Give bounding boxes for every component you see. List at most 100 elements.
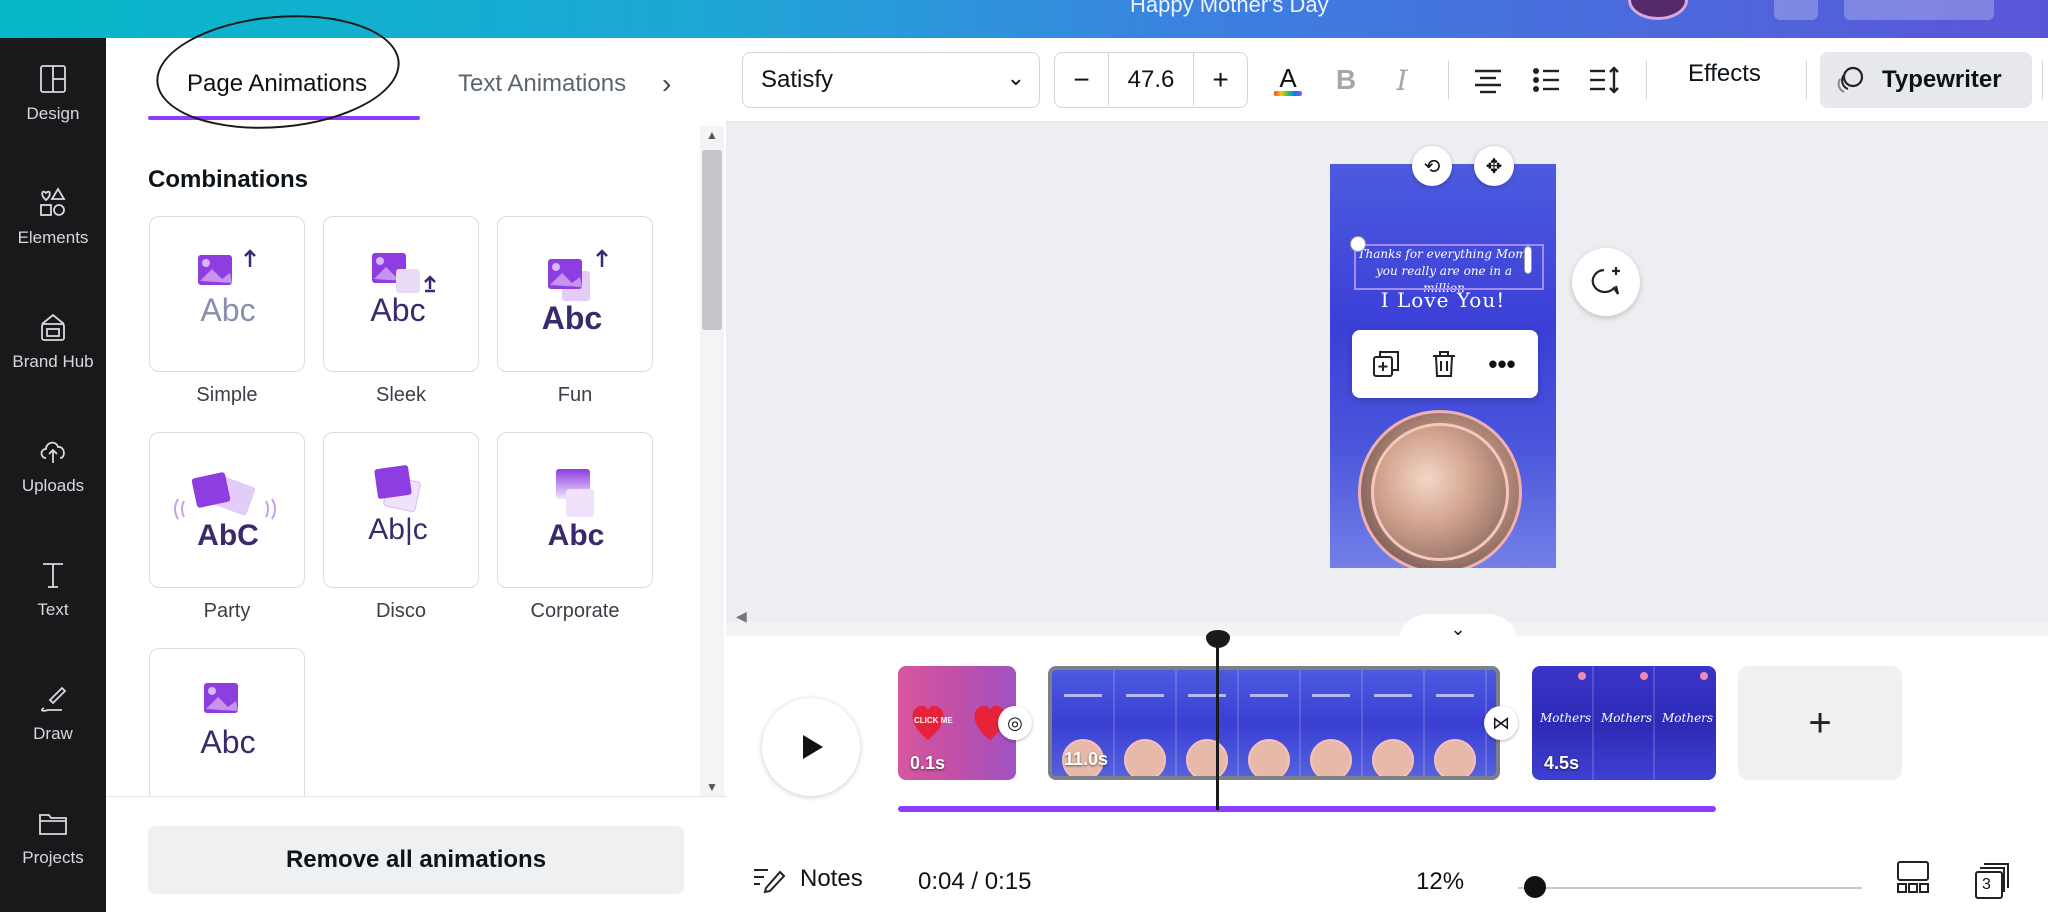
effects-button[interactable]: Effects (1688, 60, 1761, 88)
sidebar-item-label: Elements (17, 228, 89, 247)
comment-plus-icon (1591, 267, 1620, 295)
notes-button[interactable]: Notes (752, 864, 863, 894)
spacing-icon[interactable] (1584, 58, 1624, 102)
page-heading-text[interactable]: I Love You! (1330, 288, 1556, 312)
list-icon[interactable] (1526, 58, 1566, 102)
timeline-clip-3[interactable]: Mothers Mothers Mothers 4.5s (1532, 666, 1716, 780)
document-title[interactable]: Happy Mother's Day (1130, 0, 1329, 18)
zoom-level[interactable]: 12% (1416, 868, 1464, 896)
animation-label: Party (203, 600, 251, 622)
playhead[interactable] (1216, 636, 1219, 810)
more-options-icon[interactable]: ••• (1482, 344, 1522, 384)
scroll-down-icon[interactable]: ▼ (706, 780, 718, 794)
section-title: Combinations (148, 166, 308, 193)
svg-text:Abc: Abc (200, 724, 255, 760)
bold-icon[interactable]: B (1326, 58, 1366, 102)
font-name: Satisfy (761, 66, 834, 93)
animate-button[interactable]: Typewriter (1820, 52, 2032, 108)
clip-duration: 11.0s (1064, 749, 1109, 769)
sidebar-item-draw[interactable]: Draw (0, 658, 106, 768)
svg-text:A: A (1279, 63, 1297, 93)
transition-icon[interactable]: ⋈ (1484, 706, 1518, 740)
align-icon (1475, 69, 1501, 94)
clip-text: CLICK ME (914, 716, 953, 725)
sidebar-item-label: Uploads (21, 476, 85, 495)
increase-font-size-button[interactable]: + (1193, 53, 1247, 106)
animation-sleek[interactable]: Abc (323, 216, 479, 372)
rotate-selection-handle[interactable] (1350, 236, 1366, 252)
add-comment-button[interactable] (1572, 248, 1640, 316)
tab-text-animations[interactable]: Text Animations (458, 70, 626, 98)
animation-corporate[interactable]: Abc (497, 432, 653, 588)
font-size-value[interactable]: 47.6 (1109, 53, 1193, 106)
remove-all-animations-button[interactable]: Remove all animations (148, 826, 684, 894)
rotate-icon[interactable]: ⟲ (1412, 146, 1452, 186)
clip-duration: 4.5s (1544, 753, 1580, 773)
sidebar-item-label: Draw (33, 724, 73, 743)
animation-label: Disco (375, 600, 426, 622)
zoom-slider-knob[interactable] (1524, 876, 1546, 898)
notes-icon (754, 869, 786, 894)
rise-animation-icon: Abc (200, 683, 256, 760)
sidebar-item-elements[interactable]: Elements (0, 162, 106, 272)
move-icon[interactable]: ✥ (1474, 146, 1514, 186)
cloud-upload-icon (40, 441, 65, 463)
divider (1448, 60, 1449, 100)
italic-icon[interactable]: I (1382, 58, 1422, 102)
sidebar-item-projects[interactable]: Projects (0, 782, 106, 892)
photo-image (1371, 423, 1509, 561)
animation-option[interactable]: Abc (149, 648, 305, 796)
animations-panel: Page Animations Text Animations › Combin… (106, 5, 726, 912)
panel-scrollbar[interactable]: ▲ ▼ (700, 126, 724, 796)
trash-icon[interactable] (1424, 344, 1464, 384)
design-canvas: Thanks for everything Mom, you really ar… (726, 122, 2048, 625)
folder-icon (39, 814, 67, 835)
page-count: 3 (1982, 876, 1991, 893)
simple-animation-icon: Abc (198, 249, 256, 328)
decrease-font-size-button[interactable]: − (1055, 53, 1109, 106)
pages-icon[interactable]: 3 (1974, 860, 2014, 905)
timeline-clip-2[interactable]: 11.0s (1048, 666, 1500, 780)
svg-text:Abc: Abc (200, 292, 255, 328)
zoom-slider[interactable] (1518, 887, 1862, 889)
sidebar-item-brand-hub[interactable]: Brand Hub (0, 286, 106, 396)
tab-page-animations[interactable]: Page Animations (187, 70, 367, 98)
animation-label: Sleek (375, 384, 427, 406)
sidebar-item-text[interactable]: Text (0, 534, 106, 644)
chevron-right-icon[interactable]: › (662, 68, 671, 100)
topbar-button[interactable] (1774, 0, 1818, 20)
svg-text:Abc: Abc (370, 292, 425, 328)
avatar[interactable] (1628, 0, 1688, 20)
footer-bar: Notes 0:04 / 0:15 12% 3 (726, 846, 2048, 912)
resize-selection-handle[interactable] (1524, 246, 1532, 274)
play-button[interactable] (762, 698, 860, 796)
divider (1806, 60, 1807, 100)
animation-fun[interactable]: Abc (497, 216, 653, 372)
disco-animation-icon: Ab|c (368, 465, 428, 546)
sidebar-item-uploads[interactable]: Uploads (0, 410, 106, 520)
animation-disco[interactable]: Ab|c (323, 432, 479, 588)
duplicate-icon[interactable] (1366, 344, 1406, 384)
text-color-button[interactable]: A (1268, 58, 1308, 102)
layout-icon (40, 65, 66, 93)
animation-icon (1837, 66, 1864, 93)
animation-simple[interactable]: Abc (149, 216, 305, 372)
animation-party[interactable]: AbC (149, 432, 305, 588)
mother-baby-photo[interactable] (1358, 410, 1522, 568)
playhead-handle[interactable] (1206, 630, 1230, 648)
scroll-up-icon[interactable]: ▲ (706, 128, 718, 142)
chevron-down-icon: ⌄ (1006, 65, 1025, 90)
animation-name: Typewriter (1882, 66, 2002, 93)
add-page-button[interactable]: + (1738, 666, 1902, 780)
font-select[interactable]: Satisfy ⌄ (742, 52, 1040, 108)
pen-icon (41, 686, 67, 712)
share-button[interactable] (1844, 0, 1994, 20)
transition-icon[interactable]: ◎ (998, 706, 1032, 740)
grid-view-icon[interactable] (1896, 860, 1930, 899)
sidebar-item-design[interactable]: Design (0, 38, 106, 148)
align-center-icon[interactable] (1468, 58, 1508, 102)
text-selection-box[interactable] (1354, 244, 1544, 290)
scroll-left-icon[interactable]: ◀ (736, 608, 747, 625)
scrollbar-thumb[interactable] (702, 150, 722, 330)
svg-text:Ab|c: Ab|c (368, 513, 428, 546)
